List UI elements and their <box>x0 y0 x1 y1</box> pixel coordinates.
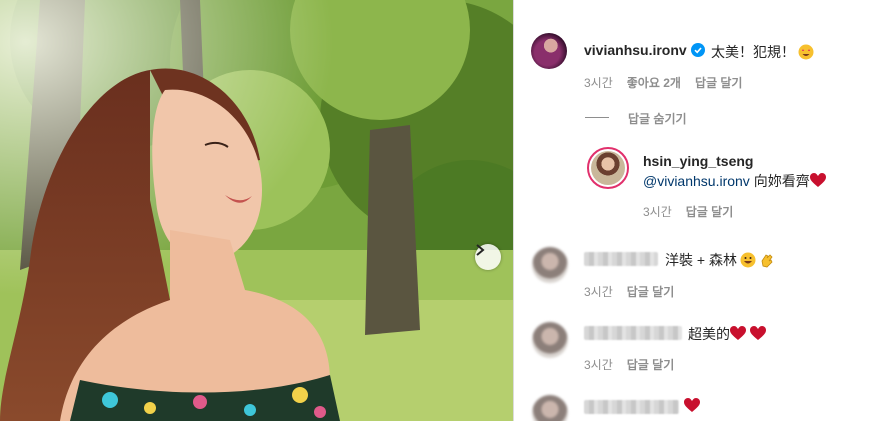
post-photo <box>0 0 513 421</box>
replies-divider <box>585 117 609 118</box>
mention-link[interactable]: @vivianhsu.ironv <box>643 173 750 189</box>
reply-button[interactable]: 답글 달기 <box>627 285 675 299</box>
comments-panel: vivianhsu.ironv 太美！犯規！ 3시간 좋아요 2개 답글 달기 답글… <box>514 0 870 421</box>
heart-emoji-icon <box>809 173 826 187</box>
next-photo-button[interactable] <box>475 244 501 270</box>
comment-body: 超美的 <box>688 326 730 342</box>
comment-username[interactable]: vivianhsu.ironv <box>584 42 705 58</box>
comment-meta: 3시간 답글 달기 <box>643 203 747 220</box>
heart-emoji-icon <box>730 326 746 340</box>
comment-body: 向妳看齊 <box>749 173 810 189</box>
comment-body: 洋裝 + 森林 <box>665 252 737 268</box>
heart-emoji-icon <box>749 326 766 340</box>
clap-emoji-icon <box>761 254 773 268</box>
likes-count[interactable]: 좋아요 2개 <box>627 76 681 90</box>
chevron-right-icon <box>476 244 485 256</box>
comment-meta: 3시간 답글 달기 <box>584 283 688 300</box>
comment-text <box>684 398 700 414</box>
comment-text: 洋裝 + 森林 <box>665 250 775 270</box>
comment-text: 太美！犯規！ <box>711 42 814 62</box>
grin-emoji-icon <box>740 252 756 268</box>
star-struck-emoji-icon <box>798 44 814 60</box>
comment-text: 超美的 <box>688 324 766 344</box>
verified-badge-icon <box>690 43 705 57</box>
comment-time[interactable]: 3시간 <box>584 76 613 90</box>
comment-time[interactable]: 3시간 <box>643 205 672 219</box>
avatar-image <box>591 151 625 185</box>
comment-username[interactable]: hsin_ying_tseng <box>643 153 753 169</box>
blurred-username <box>584 400 679 414</box>
comment-text: @vivianhsu.ironv 向妳看齊 <box>643 171 826 191</box>
comment-meta: 3시간 답글 달기 <box>584 356 688 373</box>
heart-emoji-icon <box>684 398 700 412</box>
reply-button[interactable]: 답글 달기 <box>695 76 743 90</box>
comment-time[interactable]: 3시간 <box>584 358 613 372</box>
avatar[interactable] <box>587 147 629 189</box>
photo-illustration <box>0 0 513 421</box>
avatar[interactable] <box>532 247 568 283</box>
username-text[interactable]: vivianhsu.ironv <box>584 42 687 58</box>
blurred-username <box>584 326 682 340</box>
comment-time[interactable]: 3시간 <box>584 285 613 299</box>
reply-button[interactable]: 답글 달기 <box>627 358 675 372</box>
avatar[interactable] <box>532 322 568 358</box>
comment-meta: 3시간 좋아요 2개 답글 달기 <box>584 74 756 91</box>
avatar[interactable] <box>532 395 568 421</box>
comment-body: 太美！犯規！ <box>711 44 795 60</box>
blurred-username <box>584 252 658 266</box>
avatar[interactable] <box>531 33 567 69</box>
reply-button[interactable]: 답글 달기 <box>686 205 734 219</box>
hide-replies-button[interactable]: 답글 숨기기 <box>628 110 687 127</box>
